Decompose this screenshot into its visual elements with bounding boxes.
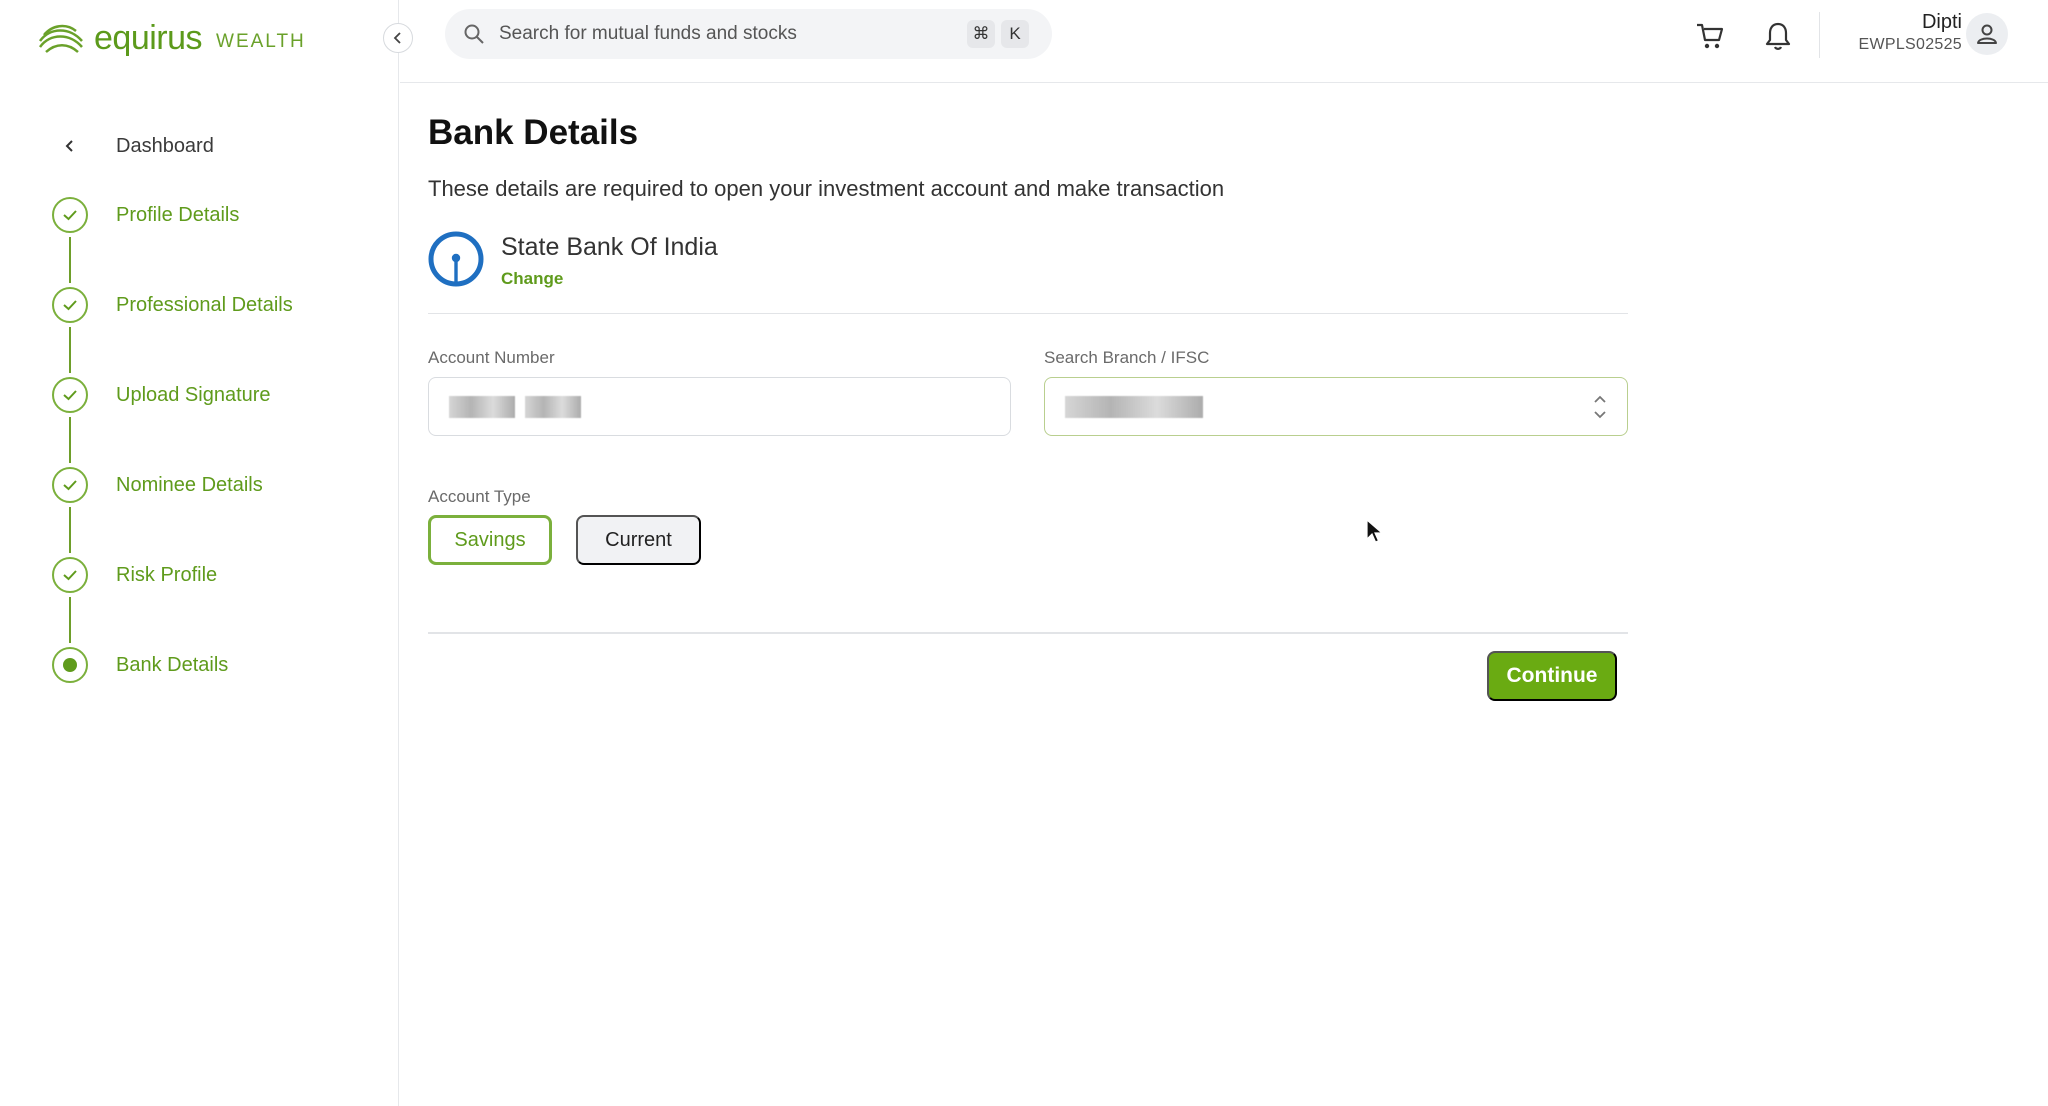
step-label: Professional Details (116, 294, 293, 316)
search-input[interactable]: Search for mutual funds and stocks ⌘ K (445, 9, 1052, 59)
shortcut-key: K (1001, 20, 1029, 48)
equirus-leaf-icon (38, 24, 83, 53)
step-connector (69, 417, 71, 463)
brand-logo[interactable]: equirus WEALTH (36, 18, 306, 58)
account-number-label: Account Number (428, 348, 555, 367)
change-bank-link[interactable]: Change (501, 269, 563, 289)
step-connector (69, 327, 71, 373)
bank-name: State Bank Of India (501, 233, 718, 261)
masked-block (449, 396, 515, 418)
page-title: Bank Details (428, 113, 639, 152)
brand-sub: WEALTH (216, 31, 306, 52)
step-connector (69, 237, 71, 283)
search-icon (464, 24, 484, 44)
step-connector (69, 507, 71, 553)
check-icon (52, 287, 88, 323)
sbi-logo-icon (428, 231, 484, 287)
user-id: EWPLS02525 (1858, 36, 1962, 53)
step-profile-details[interactable]: Profile Details (52, 197, 293, 287)
account-type-savings-button[interactable]: Savings (428, 515, 552, 565)
check-icon (52, 377, 88, 413)
check-icon (52, 197, 88, 233)
page-subtitle: These details are required to open your … (428, 176, 1225, 201)
avatar[interactable] (1966, 13, 2008, 55)
section-divider (428, 313, 1628, 314)
masked-block (525, 396, 581, 418)
check-icon (52, 557, 88, 593)
sidebar: equirus WEALTH Dashboard Profile Details (0, 0, 399, 1106)
user-name[interactable]: Dipti (1922, 11, 1962, 34)
topbar-divider (1819, 12, 1820, 58)
step-professional-details[interactable]: Professional Details (52, 287, 293, 377)
brand-name: equirus (94, 18, 203, 57)
account-type-current-button[interactable]: Current (576, 515, 701, 565)
dashboard-label: Dashboard (116, 134, 214, 157)
ifsc-search-field[interactable] (1044, 377, 1628, 436)
step-label: Nominee Details (116, 474, 263, 496)
cart-icon[interactable] (1693, 19, 1727, 53)
sidebar-back-dashboard[interactable]: Dashboard (52, 128, 214, 164)
chevron-left-icon (393, 32, 401, 44)
step-connector (69, 597, 71, 643)
account-number-field[interactable] (428, 377, 1011, 436)
chevron-left-icon (52, 139, 88, 153)
step-label: Bank Details (116, 654, 229, 676)
topbar: Search for mutual funds and stocks ⌘ K D… (400, 0, 2048, 83)
ifsc-label: Search Branch / IFSC (1044, 348, 1210, 367)
continue-button[interactable]: Continue (1487, 651, 1617, 701)
step-risk-profile[interactable]: Risk Profile (52, 557, 293, 647)
step-label: Upload Signature (116, 384, 271, 406)
search-placeholder: Search for mutual funds and stocks (499, 23, 797, 44)
notification-bell-icon[interactable] (1761, 19, 1795, 53)
check-icon (52, 467, 88, 503)
account-type-label: Account Type (428, 487, 531, 506)
mouse-cursor-icon (1366, 519, 1384, 543)
step-label: Profile Details (116, 204, 240, 226)
masked-block (1065, 396, 1203, 418)
app-root: equirus WEALTH Dashboard Profile Details (0, 0, 2048, 1106)
step-bank-details[interactable]: Bank Details (52, 647, 293, 737)
masked-value (1065, 396, 1203, 418)
shortcut-modifier: ⌘ (967, 20, 995, 48)
masked-value (449, 396, 581, 418)
onboarding-steps: Profile Details Professional Details Upl… (52, 197, 293, 737)
step-upload-signature[interactable]: Upload Signature (52, 377, 293, 467)
step-dot (63, 658, 77, 672)
step-nominee-details[interactable]: Nominee Details (52, 467, 293, 557)
select-chevrons-icon[interactable] (1591, 392, 1609, 427)
user-icon (1977, 24, 1997, 44)
sidebar-collapse-button[interactable] (383, 23, 413, 53)
footer-divider (428, 632, 1628, 634)
step-label: Risk Profile (116, 564, 218, 586)
current-step-dot-icon (52, 647, 88, 683)
